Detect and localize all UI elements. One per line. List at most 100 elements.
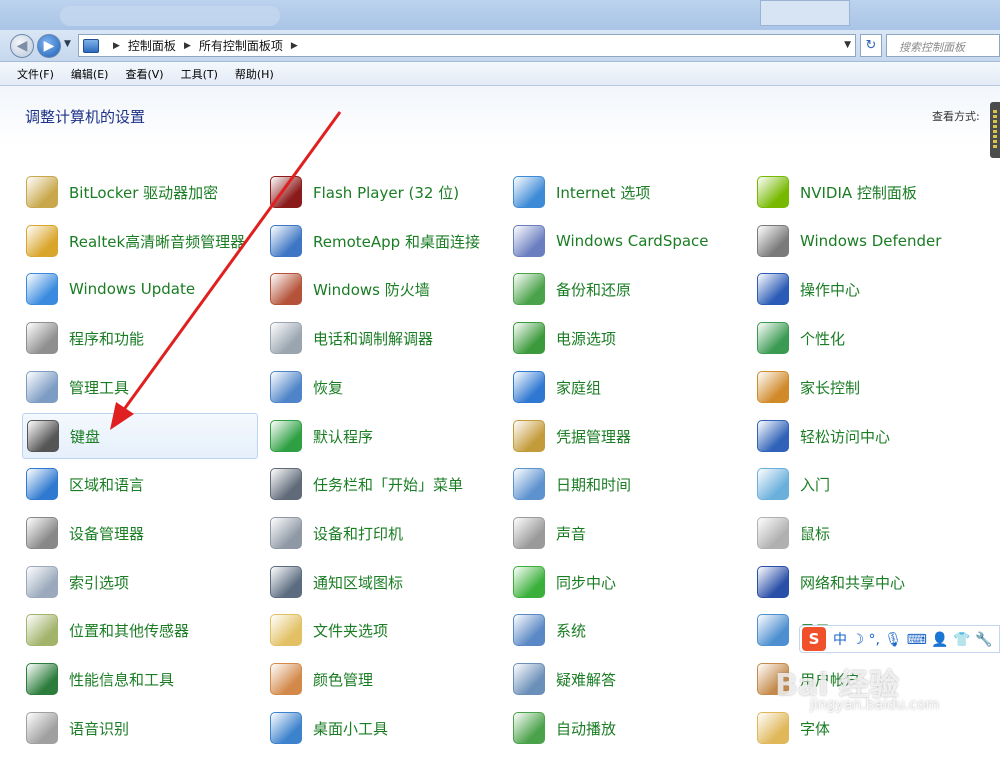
control-panel-item[interactable]: 设备管理器 <box>22 510 258 556</box>
control-panel-item-label[interactable]: 默认程序 <box>313 426 373 447</box>
control-panel-item-label[interactable]: Flash Player (32 位) <box>313 182 459 203</box>
control-panel-item[interactable]: 位置和其他传感器 <box>22 607 258 653</box>
back-button[interactable]: ◀ <box>10 34 34 58</box>
ime-toolbar-glyphs[interactable]: 中 ☽ °, 🎙 ⌨ 👤 👕 🔧 <box>833 629 992 649</box>
control-panel-item[interactable]: Windows CardSpace <box>509 218 745 264</box>
control-panel-item-label[interactable]: 语音识别 <box>69 718 129 739</box>
control-panel-item-label[interactable]: 自动播放 <box>556 718 616 739</box>
control-panel-item-label[interactable]: Windows Update <box>69 280 195 298</box>
control-panel-item-label[interactable]: RemoteApp 和桌面连接 <box>313 231 480 252</box>
control-panel-item-label[interactable]: 备份和还原 <box>556 279 631 300</box>
control-panel-item[interactable]: 电源选项 <box>509 315 745 361</box>
control-panel-item-label[interactable]: 字体 <box>800 718 830 739</box>
breadcrumb-all-items[interactable]: 所有控制面板项 <box>199 37 283 54</box>
control-panel-item[interactable]: 区域和语言 <box>22 461 258 507</box>
control-panel-item[interactable]: 设备和打印机 <box>266 510 502 556</box>
control-panel-item[interactable]: Flash Player (32 位) <box>266 169 502 215</box>
control-panel-item[interactable]: 日期和时间 <box>509 461 745 507</box>
control-panel-item-label[interactable]: 恢复 <box>313 377 343 398</box>
control-panel-item-label[interactable]: 通知区域图标 <box>313 572 403 593</box>
menu-tools[interactable]: 工具(T) <box>181 66 218 82</box>
control-panel-item-label[interactable]: BitLocker 驱动器加密 <box>69 182 218 203</box>
forward-button[interactable]: ▶ <box>37 34 61 58</box>
breadcrumb-control-panel[interactable]: 控制面板 <box>128 37 176 54</box>
control-panel-item-label[interactable]: 颜色管理 <box>313 669 373 690</box>
control-panel-item-label[interactable]: 网络和共享中心 <box>800 572 905 593</box>
control-panel-item-label[interactable]: 个性化 <box>800 328 845 349</box>
control-panel-item-label[interactable]: 日期和时间 <box>556 474 631 495</box>
chevron-right-icon[interactable]: ▶ <box>184 41 191 51</box>
control-panel-item[interactable]: 网络和共享中心 <box>753 559 989 605</box>
control-panel-item[interactable]: 语音识别 <box>22 705 258 751</box>
control-panel-item-label[interactable]: NVIDIA 控制面板 <box>800 182 917 203</box>
control-panel-item[interactable]: 性能信息和工具 <box>22 656 258 702</box>
control-panel-item[interactable]: 轻松访问中心 <box>753 413 989 459</box>
control-panel-item-label[interactable]: 程序和功能 <box>69 328 144 349</box>
control-panel-item-label[interactable]: 入门 <box>800 474 830 495</box>
recent-pages-dropdown[interactable]: ▼ <box>64 39 71 49</box>
control-panel-item-label[interactable]: 疑难解答 <box>556 669 616 690</box>
control-panel-item-label[interactable]: 文件夹选项 <box>313 620 388 641</box>
control-panel-item[interactable]: 恢复 <box>266 364 502 410</box>
control-panel-item[interactable]: 家长控制 <box>753 364 989 410</box>
sogou-logo-icon[interactable]: S <box>802 627 826 651</box>
control-panel-item[interactable]: 疑难解答 <box>509 656 745 702</box>
menu-help[interactable]: 帮助(H) <box>235 66 274 82</box>
control-panel-item-label[interactable]: 键盘 <box>70 426 100 447</box>
control-panel-item[interactable]: 通知区域图标 <box>266 559 502 605</box>
ime-toolbar[interactable]: S 中 ☽ °, 🎙 ⌨ 👤 👕 🔧 <box>799 625 1000 653</box>
control-panel-item-label[interactable]: 设备和打印机 <box>313 523 403 544</box>
control-panel-item[interactable]: RemoteApp 和桌面连接 <box>266 218 502 264</box>
chevron-right-icon[interactable]: ▶ <box>291 41 298 51</box>
control-panel-item[interactable]: 电话和调制解调器 <box>266 315 502 361</box>
control-panel-item-label[interactable]: Realtek高清晰音频管理器 <box>69 231 245 252</box>
control-panel-item-label[interactable]: 设备管理器 <box>69 523 144 544</box>
control-panel-item-label[interactable]: 索引选项 <box>69 572 129 593</box>
control-panel-item-label[interactable]: 家长控制 <box>800 377 860 398</box>
control-panel-item[interactable]: 备份和还原 <box>509 266 745 312</box>
address-bar[interactable]: ▶ 控制面板 ▶ 所有控制面板项 ▶ ▼ <box>78 34 856 57</box>
chevron-right-icon[interactable]: ▶ <box>113 41 120 51</box>
control-panel-item-label[interactable]: 鼠标 <box>800 523 830 544</box>
control-panel-item[interactable]: 文件夹选项 <box>266 607 502 653</box>
control-panel-item-label[interactable]: 同步中心 <box>556 572 616 593</box>
control-panel-item[interactable]: 任务栏和「开始」菜单 <box>266 461 502 507</box>
control-panel-item-label[interactable]: 声音 <box>556 523 586 544</box>
control-panel-item[interactable]: BitLocker 驱动器加密 <box>22 169 258 215</box>
control-panel-item-label[interactable]: 电话和调制解调器 <box>313 328 433 349</box>
control-panel-item[interactable]: 系统 <box>509 607 745 653</box>
control-panel-item[interactable]: 同步中心 <box>509 559 745 605</box>
control-panel-item[interactable]: 个性化 <box>753 315 989 361</box>
control-panel-item[interactable]: Windows Defender <box>753 218 989 264</box>
control-panel-item-label[interactable]: Windows CardSpace <box>556 232 709 250</box>
control-panel-item-label[interactable]: 性能信息和工具 <box>69 669 174 690</box>
control-panel-item[interactable]: 桌面小工具 <box>266 705 502 751</box>
control-panel-item-label[interactable]: Windows 防火墙 <box>313 279 430 300</box>
control-panel-item-label[interactable]: 系统 <box>556 620 586 641</box>
menu-view[interactable]: 查看(V) <box>125 66 163 82</box>
control-panel-item[interactable]: 键盘 <box>22 413 258 459</box>
control-panel-item[interactable]: NVIDIA 控制面板 <box>753 169 989 215</box>
control-panel-item-label[interactable]: Internet 选项 <box>556 182 650 203</box>
menu-file[interactable]: 文件(F) <box>17 66 54 82</box>
control-panel-item[interactable]: 索引选项 <box>22 559 258 605</box>
control-panel-item[interactable]: Windows 防火墙 <box>266 266 502 312</box>
control-panel-item[interactable]: 凭据管理器 <box>509 413 745 459</box>
control-panel-item[interactable]: 默认程序 <box>266 413 502 459</box>
control-panel-item[interactable]: 入门 <box>753 461 989 507</box>
control-panel-item-label[interactable]: Windows Defender <box>800 232 941 250</box>
control-panel-item[interactable]: 声音 <box>509 510 745 556</box>
refresh-button[interactable]: ↻ <box>860 34 882 57</box>
control-panel-item-label[interactable]: 任务栏和「开始」菜单 <box>313 474 463 495</box>
control-panel-item-label[interactable]: 家庭组 <box>556 377 601 398</box>
control-panel-item[interactable]: 家庭组 <box>509 364 745 410</box>
control-panel-item[interactable]: Windows Update <box>22 266 258 312</box>
control-panel-item[interactable]: 程序和功能 <box>22 315 258 361</box>
control-panel-item[interactable]: 颜色管理 <box>266 656 502 702</box>
control-panel-item-label[interactable]: 电源选项 <box>556 328 616 349</box>
search-input[interactable]: 搜索控制面板 <box>886 34 1000 57</box>
control-panel-item-label[interactable]: 区域和语言 <box>69 474 144 495</box>
control-panel-item-label[interactable]: 轻松访问中心 <box>800 426 890 447</box>
control-panel-item[interactable]: 管理工具 <box>22 364 258 410</box>
control-panel-item-label[interactable]: 凭据管理器 <box>556 426 631 447</box>
